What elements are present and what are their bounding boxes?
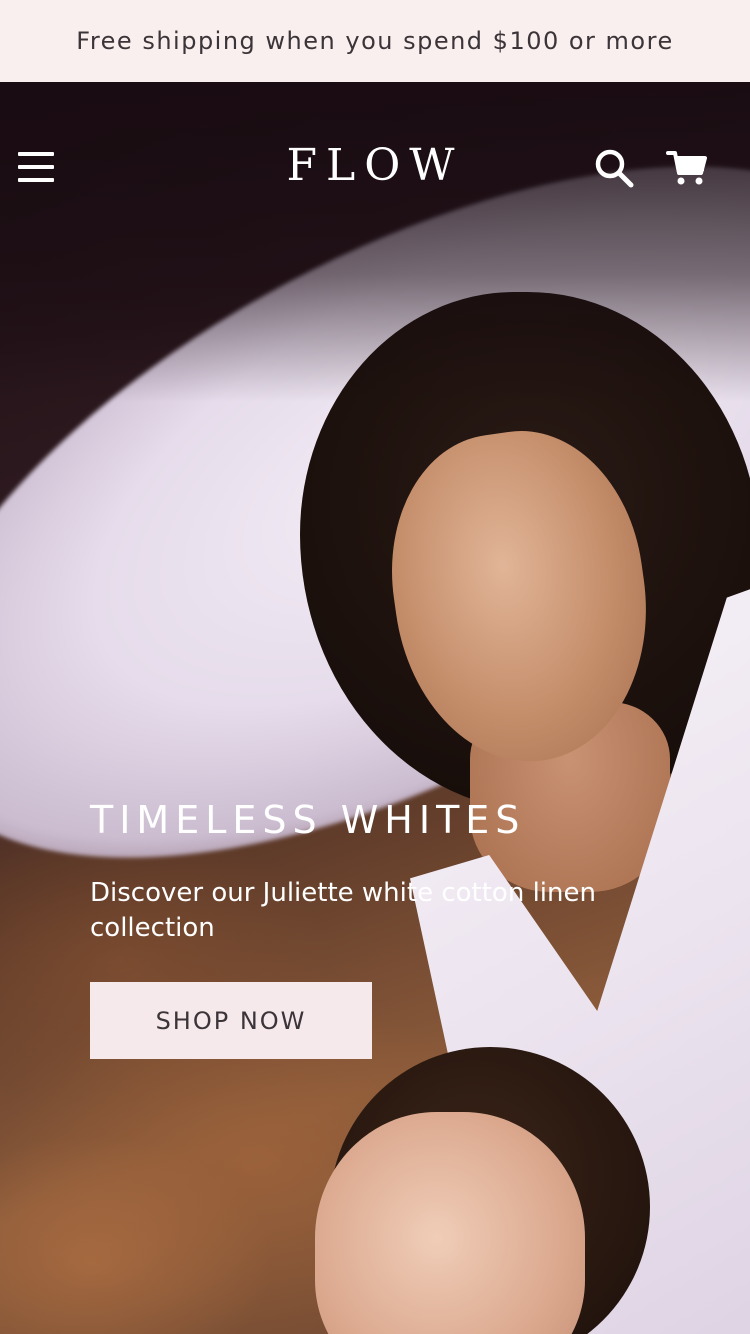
page: Free shipping when you spend $100 or mor… bbox=[0, 0, 750, 1334]
hero-title: TIMELESS WHITES bbox=[90, 798, 526, 842]
cart-icon[interactable] bbox=[666, 148, 708, 188]
announcement-text: Free shipping when you spend $100 or mor… bbox=[76, 27, 674, 55]
announcement-bar: Free shipping when you spend $100 or mor… bbox=[0, 0, 750, 82]
hero-model-2-face bbox=[315, 1112, 585, 1334]
site-header: FLOW bbox=[0, 82, 750, 252]
shop-now-button[interactable]: SHOP NOW bbox=[90, 982, 372, 1059]
hero-image bbox=[0, 82, 750, 1334]
hero-subtitle: Discover our Juliette white cotton linen… bbox=[90, 878, 596, 943]
site-logo[interactable]: FLOW bbox=[0, 140, 750, 191]
search-icon[interactable] bbox=[594, 148, 634, 188]
